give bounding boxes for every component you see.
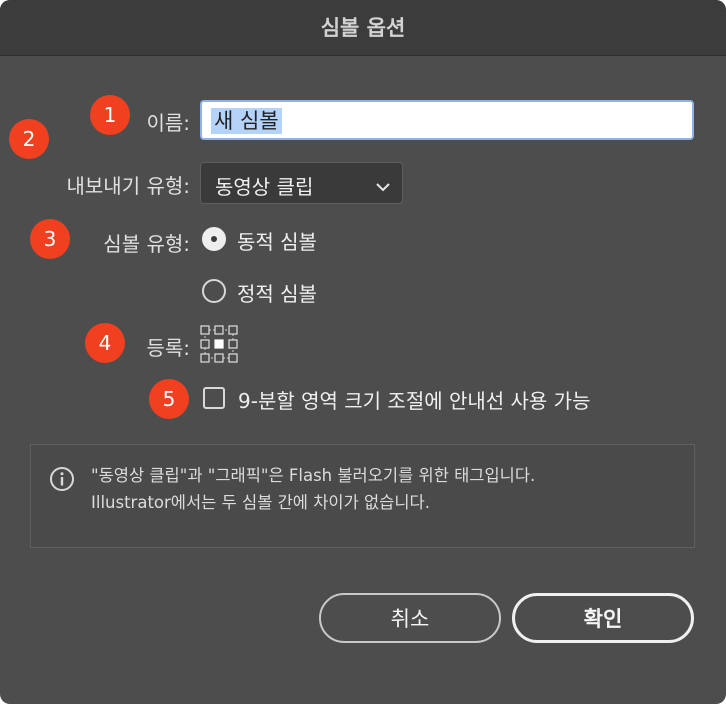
ok-button[interactable]: 확인 — [512, 593, 694, 643]
annotation-badge-2: 2 — [9, 119, 49, 159]
nine-slice-checkbox[interactable] — [203, 387, 225, 409]
info-icon — [49, 466, 75, 496]
info-line-1: "동영상 클립"과 "그래픽"은 Flash 불러오기를 위한 태그입니다. — [91, 466, 536, 485]
name-input[interactable]: 새 심볼 — [200, 100, 694, 140]
symbol-options-dialog: 심볼 옵션 1 2 3 4 5 이름: 새 심볼 내보내기 유형: 동영상 클립… — [0, 0, 726, 704]
nine-slice-label[interactable]: 9-분할 영역 크기 조절에 안내선 사용 가능 — [238, 385, 591, 414]
name-label: 이름: — [146, 111, 190, 135]
symbol-type-label: 심볼 유형: — [103, 232, 190, 256]
name-input-value: 새 심볼 — [211, 108, 282, 134]
annotation-badge-4: 4 — [85, 323, 125, 363]
radio-dynamic-symbol[interactable] — [202, 227, 226, 251]
radio-static-symbol-label[interactable]: 정적 심볼 — [237, 278, 317, 307]
info-line-2: Illustrator에서는 두 심볼 간에 차이가 없습니다. — [91, 493, 430, 512]
export-type-label: 내보내기 유형: — [66, 174, 191, 198]
registration-label: 등록: — [146, 336, 190, 360]
chevron-down-icon — [376, 177, 390, 196]
registration-point-grid[interactable] — [200, 325, 238, 363]
annotation-badge-5: 5 — [149, 379, 189, 419]
title-bar: 심볼 옵션 — [0, 0, 726, 56]
info-box: "동영상 클립"과 "그래픽"은 Flash 불러오기를 위한 태그입니다. I… — [30, 444, 695, 548]
cancel-button[interactable]: 취소 — [319, 593, 501, 643]
export-type-value: 동영상 클립 — [215, 175, 314, 199]
annotation-badge-1: 1 — [90, 95, 130, 135]
dialog-title: 심볼 옵션 — [320, 16, 406, 40]
info-text: "동영상 클립"과 "그래픽"은 Flash 불러오기를 위한 태그입니다. I… — [91, 462, 535, 516]
radio-static-symbol[interactable] — [202, 279, 226, 303]
radio-dynamic-symbol-label[interactable]: 동적 심볼 — [237, 226, 317, 255]
export-type-select[interactable]: 동영상 클립 — [200, 162, 403, 204]
annotation-badge-3: 3 — [30, 219, 70, 259]
